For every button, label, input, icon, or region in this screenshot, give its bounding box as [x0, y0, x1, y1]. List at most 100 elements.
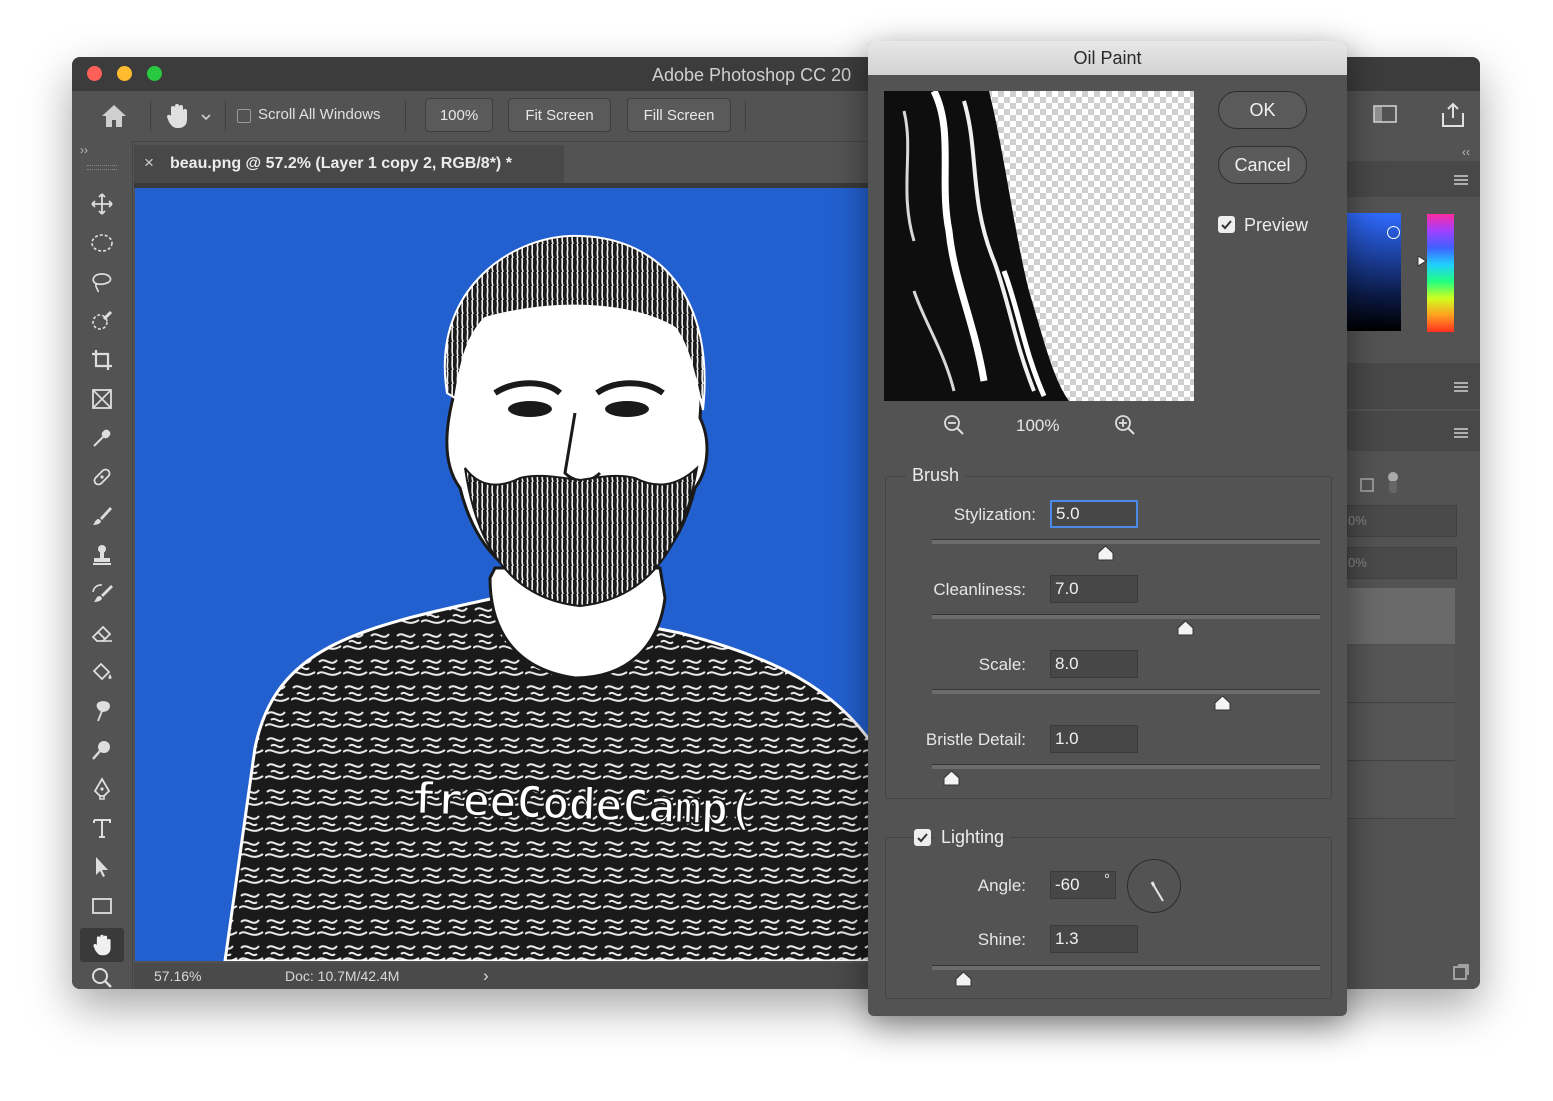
status-bar: 57.16% Doc: 10.7M/42.4M ›: [134, 963, 874, 989]
lighting-group: Lighting Angle: ° Shine:: [885, 827, 1332, 999]
stylization-input[interactable]: [1050, 500, 1138, 528]
bristle-detail-input[interactable]: [1050, 725, 1138, 753]
angle-label: Angle:: [977, 876, 1026, 895]
close-document-icon[interactable]: ×: [144, 153, 154, 173]
history-brush-tool-icon[interactable]: [80, 577, 124, 611]
document-title: beau.png @ 57.2% (Layer 1 copy 2, RGB/8*…: [170, 155, 512, 172]
scale-slider-track[interactable]: [932, 689, 1320, 694]
ok-button[interactable]: OK: [1218, 91, 1307, 129]
checkmark-icon: [1221, 220, 1232, 230]
preview-zoom-level: 100%: [1016, 416, 1060, 435]
dialog-title: Oil Paint: [868, 41, 1347, 75]
status-menu-arrow[interactable]: ›: [483, 966, 489, 986]
bristle-detail-slider-thumb[interactable]: [943, 770, 960, 786]
move-tool-icon[interactable]: [80, 187, 124, 221]
scroll-all-windows-checkbox[interactable]: [237, 109, 251, 123]
zoom-in-icon[interactable]: [1114, 414, 1136, 441]
document-canvas[interactable]: freeCodeCamp(: [135, 188, 875, 961]
hand-tool-icon[interactable]: [80, 928, 124, 962]
layer-row[interactable]: [1347, 762, 1455, 819]
frame-tool-icon[interactable]: [80, 382, 124, 416]
hue-slider[interactable]: [1427, 214, 1454, 332]
scale-slider-thumb[interactable]: [1214, 695, 1231, 711]
path-selection-tool-icon[interactable]: [80, 850, 124, 884]
checkmark-icon: [917, 833, 928, 843]
new-layer-icon[interactable]: [1452, 963, 1470, 986]
fill-screen-button[interactable]: Fill Screen: [627, 98, 731, 132]
oil-paint-dialog: Oil Paint 100% OK Cancel Preview Brush S…: [868, 41, 1347, 1016]
panel-grip[interactable]: [87, 165, 117, 170]
degree-symbol: °: [1104, 871, 1110, 888]
quick-selection-tool-icon[interactable]: [80, 304, 124, 338]
document-tab[interactable]: × beau.png @ 57.2% (Layer 1 copy 2, RGB/…: [134, 145, 564, 183]
lasso-tool-icon[interactable]: [80, 265, 124, 299]
fit-screen-button[interactable]: Fit Screen: [508, 98, 611, 132]
shine-input[interactable]: [1050, 925, 1138, 953]
eyedropper-tool-icon[interactable]: [80, 421, 124, 455]
collapse-panel-icon[interactable]: ››: [80, 143, 88, 157]
pen-tool-icon[interactable]: [80, 772, 124, 806]
panel-menu-icon[interactable]: [1453, 173, 1469, 191]
stylization-slider-track[interactable]: [932, 539, 1320, 544]
preview-checkbox[interactable]: [1218, 216, 1235, 233]
share-icon[interactable]: [1439, 101, 1467, 134]
tools-panel: ››: [72, 141, 133, 989]
workspace-icon[interactable]: [1373, 103, 1399, 130]
cleanliness-slider-track[interactable]: [932, 614, 1320, 619]
close-window-button[interactable]: [87, 66, 102, 81]
lighting-checkbox[interactable]: [914, 829, 931, 846]
preview-area[interactable]: [884, 91, 1194, 401]
dodge-tool-icon[interactable]: [80, 733, 124, 767]
panel-menu-icon[interactable]: [1453, 380, 1469, 398]
shine-label: Shine:: [977, 930, 1026, 949]
scale-label: Scale:: [978, 655, 1026, 674]
minimize-window-button[interactable]: [117, 66, 132, 81]
cleanliness-slider-thumb[interactable]: [1177, 620, 1194, 636]
hand-tool-preset-icon[interactable]: [164, 102, 190, 135]
scale-input[interactable]: [1050, 650, 1138, 678]
layer-row[interactable]: [1347, 646, 1455, 703]
zoom-tool-icon[interactable]: [80, 967, 124, 989]
document-size: Doc: 10.7M/42.4M: [285, 968, 400, 984]
zoom-100-button[interactable]: 100%: [425, 98, 493, 132]
paint-bucket-tool-icon[interactable]: [80, 655, 124, 689]
crop-tool-icon[interactable]: [80, 343, 124, 377]
layer-row-selected[interactable]: [1347, 588, 1455, 644]
healing-brush-tool-icon[interactable]: [80, 460, 124, 494]
cleanliness-label: Cleanliness:: [933, 580, 1026, 599]
type-tool-icon[interactable]: [80, 811, 124, 845]
zoom-level-readout[interactable]: 57.16%: [154, 968, 201, 984]
zoom-window-button[interactable]: [147, 66, 162, 81]
expand-panels-icon[interactable]: ‹‹: [1462, 145, 1470, 159]
cancel-button[interactable]: Cancel: [1218, 146, 1307, 184]
fill-field[interactable]: 0%: [1347, 547, 1457, 579]
rectangle-tool-icon[interactable]: [80, 889, 124, 923]
angle-dial[interactable]: [1127, 859, 1181, 913]
brush-group-title: Brush: [906, 465, 966, 486]
bristle-detail-label: Bristle Detail:: [925, 730, 1026, 749]
smudge-tool-icon[interactable]: [80, 694, 124, 728]
opacity-field[interactable]: 0%: [1347, 505, 1457, 537]
marquee-tool-icon[interactable]: [80, 226, 124, 260]
cleanliness-input[interactable]: [1050, 575, 1138, 603]
shine-slider-thumb[interactable]: [955, 971, 972, 987]
hue-slider-handle[interactable]: [1417, 254, 1427, 272]
right-panels: ‹‹ 0% 0%: [1347, 141, 1480, 989]
stylization-slider-thumb[interactable]: [1097, 545, 1114, 561]
zoom-out-icon[interactable]: [943, 414, 965, 441]
home-icon[interactable]: [100, 103, 128, 134]
chevron-down-icon[interactable]: [200, 109, 212, 127]
scroll-all-windows-label: Scroll All Windows: [258, 106, 381, 123]
shine-slider-track[interactable]: [932, 965, 1320, 970]
eraser-tool-icon[interactable]: [80, 616, 124, 650]
brush-group: Brush Stylization: Cleanliness: Scale: B…: [885, 465, 1332, 799]
layer-row[interactable]: [1347, 704, 1455, 761]
brush-tool-icon[interactable]: [80, 499, 124, 533]
clone-stamp-tool-icon[interactable]: [80, 538, 124, 572]
color-picker-ring[interactable]: [1387, 226, 1400, 239]
window-title: Adobe Photoshop CC 20: [652, 65, 852, 85]
bristle-detail-slider-track[interactable]: [932, 764, 1320, 769]
lock-layer-icon[interactable]: [1359, 471, 1399, 500]
portrait-image: freeCodeCamp(: [223, 234, 875, 961]
panel-menu-icon[interactable]: [1453, 426, 1469, 444]
